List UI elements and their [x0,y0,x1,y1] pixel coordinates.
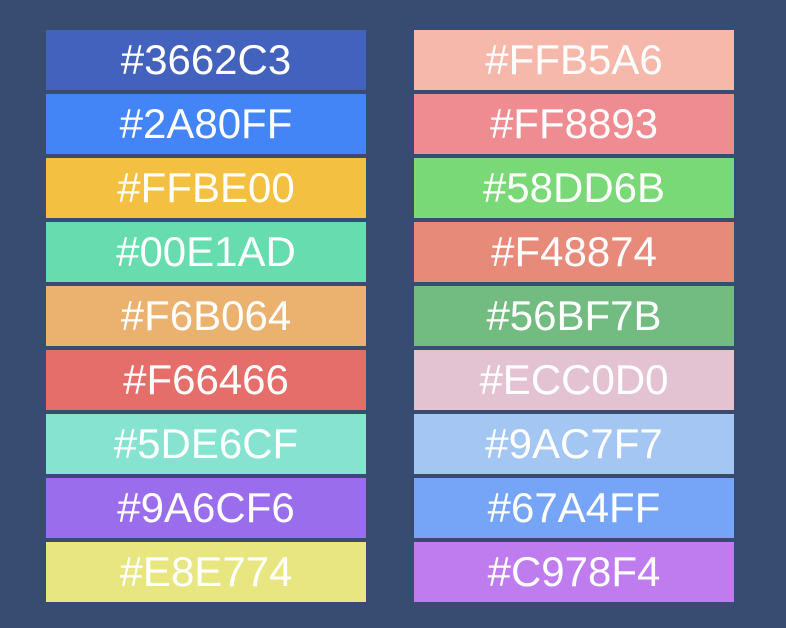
color-swatch: #F6B064 [46,286,366,346]
color-swatch: #9AC7F7 [414,414,734,474]
color-swatch: #5DE6CF [46,414,366,474]
palette-column-right: #FFB5A6 #FF8893 #58DD6B #F48874 #56BF7B … [414,30,734,606]
color-swatch: #C978F4 [414,542,734,602]
color-swatch: #00E1AD [46,222,366,282]
color-swatch: #F66466 [46,350,366,410]
color-swatch: #67A4FF [414,478,734,538]
color-swatch: #FF8893 [414,94,734,154]
color-swatch: #ECC0D0 [414,350,734,410]
color-swatch: #58DD6B [414,158,734,218]
color-swatch: #F48874 [414,222,734,282]
color-swatch: #3662C3 [46,30,366,90]
color-swatch: #9A6CF6 [46,478,366,538]
color-swatch: #2A80FF [46,94,366,154]
color-swatch: #E8E774 [46,542,366,602]
palette-column-left: #3662C3 #2A80FF #FFBE00 #00E1AD #F6B064 … [46,30,366,606]
color-swatch: #FFB5A6 [414,30,734,90]
color-swatch: #56BF7B [414,286,734,346]
color-swatch: #FFBE00 [46,158,366,218]
